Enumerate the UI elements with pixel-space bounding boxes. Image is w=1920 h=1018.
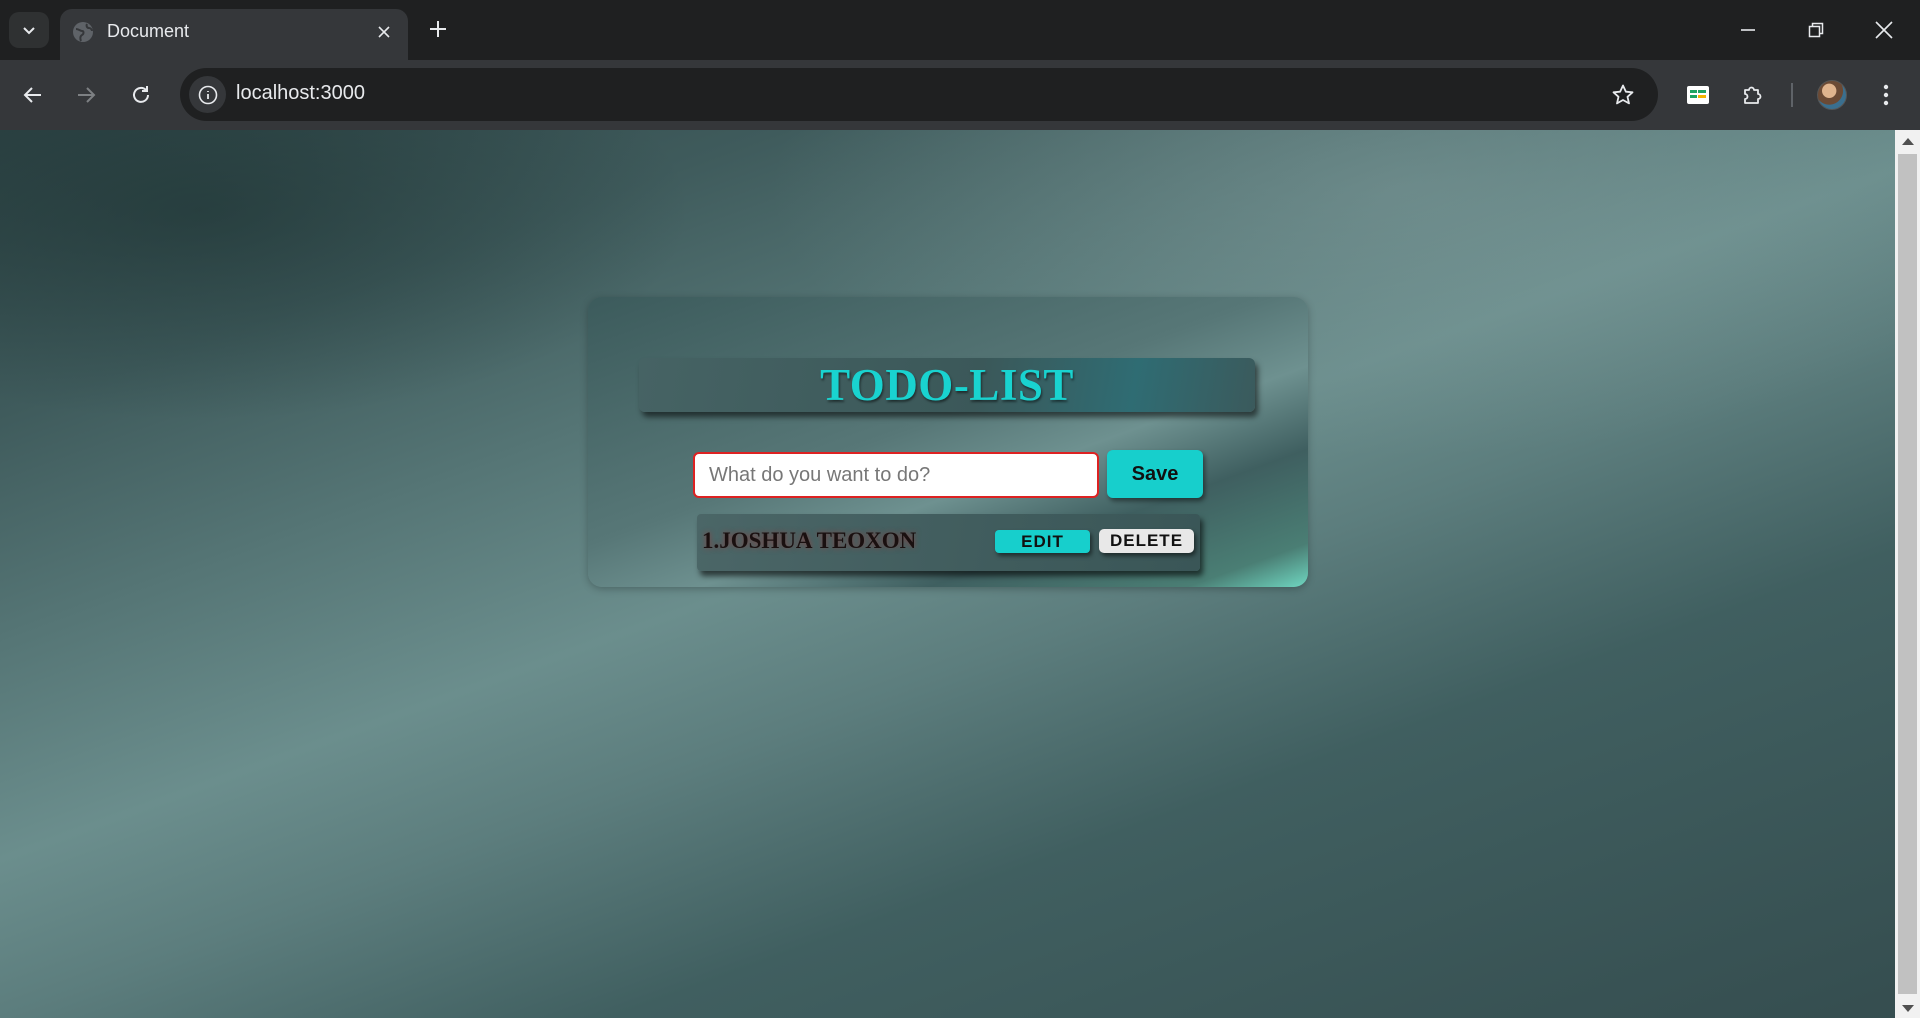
todo-card: TODO-LIST Save 1.JOSHUA TEOXON EDIT DELE… [588,297,1308,587]
tab-search-button[interactable] [9,12,49,48]
tab-close-button[interactable] [371,19,397,45]
title-banner: TODO-LIST [639,358,1255,412]
todo-input[interactable] [693,452,1099,498]
scroll-up-arrow-icon[interactable] [1902,138,1914,145]
toolbar-divider [1791,83,1793,107]
minimize-button[interactable] [1728,10,1768,50]
close-icon [1875,21,1893,39]
save-button[interactable]: Save [1107,450,1203,498]
star-icon [1612,84,1634,105]
profile-avatar[interactable] [1817,80,1847,110]
page-viewport: TODO-LIST Save 1.JOSHUA TEOXON EDIT DELE… [0,130,1920,1018]
kebab-menu-icon [1883,84,1889,106]
vertical-scrollbar[interactable] [1895,130,1920,1018]
todo-text: 1.JOSHUA TEOXON [702,528,917,553]
globe-icon [73,22,93,42]
tab-strip: Document [0,0,1920,60]
reload-button[interactable] [121,75,161,115]
forward-button[interactable] [66,75,106,115]
sheet-extension-icon [1687,86,1709,104]
tab-document[interactable]: Document [60,9,408,60]
minimize-icon [1741,29,1755,31]
extensions-button[interactable] [1733,75,1773,115]
todo-item: 1.JOSHUA TEOXON EDIT DELETE [697,514,1200,571]
restore-icon [1808,22,1824,38]
chevron-down-icon [23,27,35,35]
sheets-extension-button[interactable] [1678,75,1718,115]
reload-icon [133,86,149,103]
close-icon [378,26,390,38]
bookmark-button[interactable] [1608,80,1638,110]
new-tab-button[interactable] [423,14,453,44]
puzzle-icon [1744,86,1762,104]
tab-title: Document [107,21,190,41]
arrow-left-icon [23,87,41,103]
browser-toolbar: localhost:3000 [0,60,1920,130]
scrollbar-thumb[interactable] [1898,154,1917,994]
site-info-button[interactable] [189,76,226,113]
plus-icon [430,21,446,37]
info-icon [198,85,217,104]
browser-menu-button[interactable] [1866,75,1906,115]
url-text[interactable]: localhost:3000 [236,82,365,105]
back-button[interactable] [13,75,53,115]
edit-button[interactable]: EDIT [995,530,1090,553]
scroll-down-arrow-icon[interactable] [1902,1005,1914,1012]
close-window-button[interactable] [1864,10,1904,50]
page-title: TODO-LIST [820,360,1074,410]
restore-button[interactable] [1796,10,1836,50]
arrow-right-icon [78,87,96,103]
address-bar[interactable]: localhost:3000 [180,68,1658,121]
delete-button[interactable]: DELETE [1099,529,1194,553]
